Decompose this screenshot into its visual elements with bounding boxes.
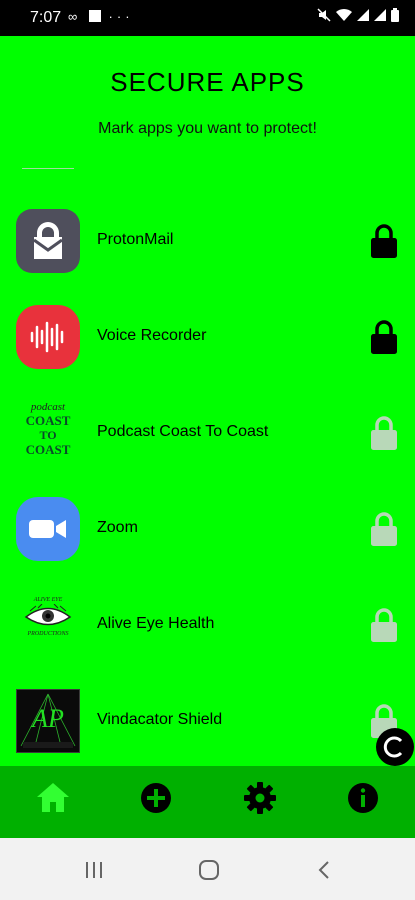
status-bar: 7:07 ∞ ··· (0, 0, 415, 36)
app-name: Voice Recorder (97, 327, 207, 344)
recent-apps-icon[interactable] (82, 858, 106, 882)
app-row-vindacator-shield[interactable]: AP Vindacator Shield (0, 689, 415, 766)
lock-icon[interactable] (369, 607, 399, 643)
nav-info[interactable] (343, 778, 383, 818)
lock-icon[interactable] (369, 319, 399, 355)
app-row-podcast-coast-to-coast[interactable]: podcast COAST TO COAST Podcast Coast To … (0, 401, 415, 483)
nav-add[interactable] (136, 778, 176, 818)
home-button-icon[interactable] (197, 858, 221, 882)
lock-icon[interactable] (369, 223, 399, 259)
lock-icon[interactable] (369, 415, 399, 451)
page-subtitle: Mark apps you want to protect! (98, 120, 317, 137)
more-notifications-icon: ··· (108, 9, 134, 24)
app-row-alive-eye-health[interactable]: ALIVE EYE PRODUCTIONS Alive Eye Health (0, 593, 415, 675)
back-icon[interactable] (313, 858, 337, 882)
protonmail-icon (16, 209, 80, 273)
list-divider (22, 168, 74, 169)
voicemail-icon: ∞ (68, 9, 82, 24)
nav-home[interactable] (33, 778, 73, 818)
gear-icon (244, 782, 276, 814)
nav-settings[interactable] (240, 778, 280, 818)
lock-icon[interactable] (369, 511, 399, 547)
status-time: 7:07 (30, 9, 62, 26)
signal-icon-2 (374, 9, 386, 21)
bottom-nav (0, 766, 415, 838)
app-name: ProtonMail (97, 231, 174, 248)
app-name: Podcast Coast To Coast (97, 423, 269, 440)
eye-icon (24, 604, 72, 626)
app-name: Zoom (97, 519, 138, 536)
refresh-icon (383, 736, 403, 758)
app-name: Alive Eye Health (97, 615, 215, 632)
voice-recorder-icon (16, 305, 80, 369)
podcast-coast-to-coast-icon: podcast COAST TO COAST (25, 401, 71, 457)
app-notification-icon (88, 10, 101, 22)
battery-icon (391, 8, 399, 22)
zoom-icon (16, 497, 80, 561)
mute-icon (317, 8, 331, 22)
wifi-icon (336, 8, 352, 21)
app-row-zoom[interactable]: Zoom (0, 497, 415, 579)
system-nav-bar (0, 838, 415, 900)
main-content: SECURE APPS Mark apps you want to protec… (0, 36, 415, 766)
alive-eye-icon: ALIVE EYE PRODUCTIONS (16, 593, 80, 657)
refresh-button[interactable] (376, 728, 414, 766)
app-row-protonmail[interactable]: ProtonMail (0, 209, 415, 291)
page-title: SECURE APPS (110, 67, 305, 97)
add-circle-icon (141, 783, 171, 813)
home-icon (37, 783, 69, 812)
app-name: Vindacator Shield (97, 711, 223, 728)
app-row-voice-recorder[interactable]: Voice Recorder (0, 305, 415, 387)
status-notification-icons: ∞ ··· (68, 9, 134, 24)
signal-icon (357, 9, 369, 21)
status-system-icons (317, 8, 399, 22)
info-icon (348, 783, 378, 813)
vindacator-shield-icon: AP (16, 689, 80, 753)
